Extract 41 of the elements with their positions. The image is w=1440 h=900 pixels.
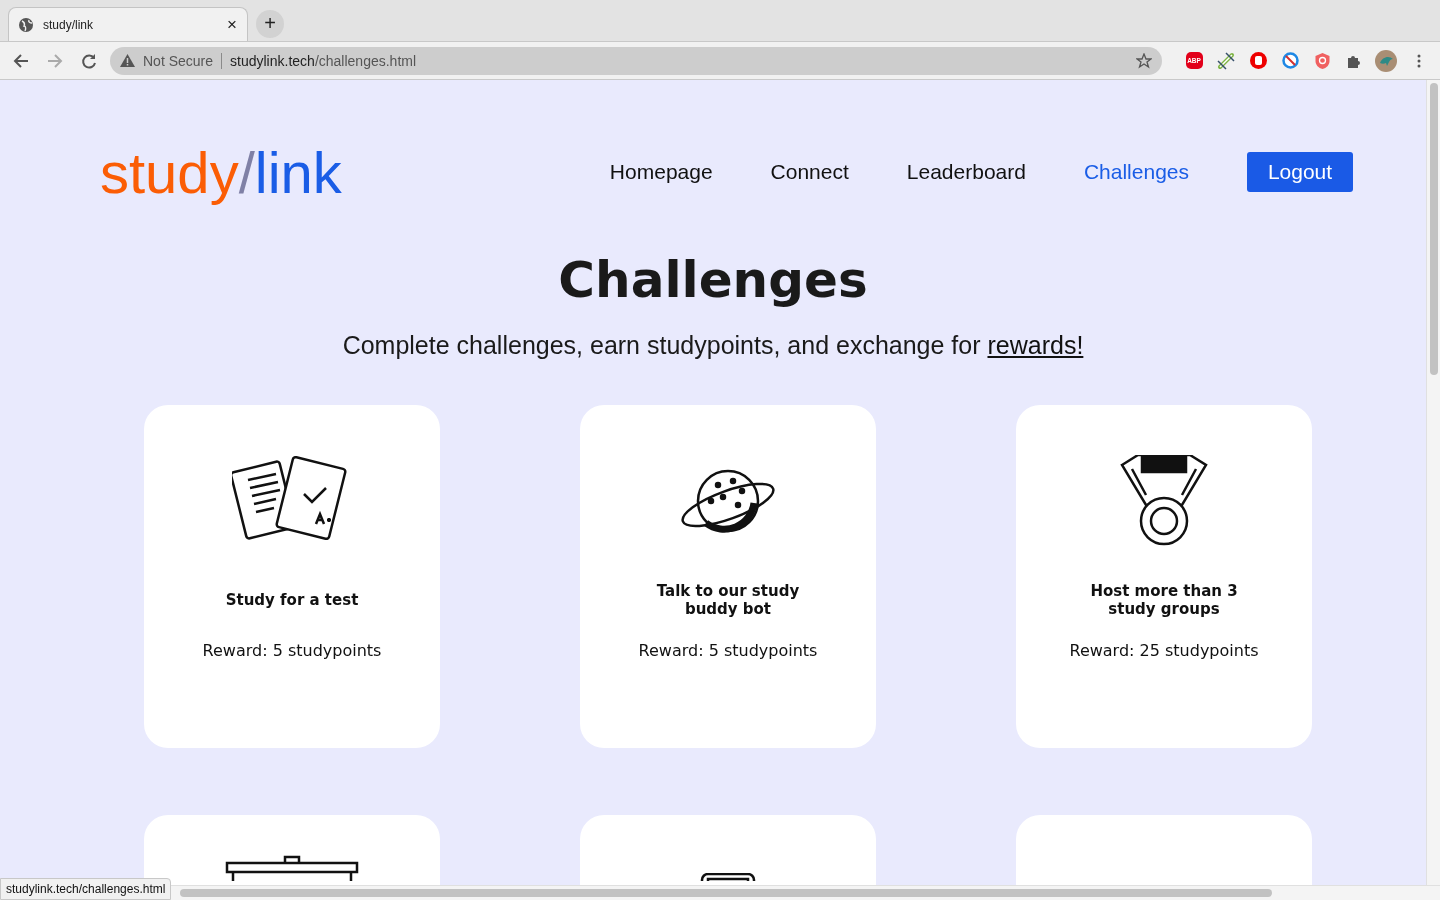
challenge-card[interactable]: Study for a test Reward: 5 studypoints [144, 405, 440, 748]
pot-icon [225, 855, 359, 881]
challenge-reward: Reward: 5 studypoints [638, 640, 818, 662]
challenge-title: Host more than 3 study groups [1089, 581, 1239, 620]
challenge-card[interactable]: Talk to our study buddy bot Reward: 5 studypoints [580, 405, 876, 748]
nav-link[interactable]: Homepage [609, 160, 713, 184]
page-title: Challenges [557, 250, 869, 310]
challenge-reward: Reward: 25 studypoints [1069, 640, 1259, 662]
challenge-title: Study for a test [225, 590, 359, 611]
block-icon[interactable] [1281, 52, 1299, 69]
nav-link[interactable]: Connect [770, 160, 849, 184]
avatar-icon[interactable] [1375, 49, 1397, 72]
status-tooltip: studylink.tech/challenges.html [0, 878, 172, 900]
star-icon[interactable] [1136, 52, 1152, 69]
forward-arrow-icon [46, 51, 64, 70]
tray-icon [698, 873, 758, 881]
globe-icon [19, 17, 33, 32]
back-arrow-icon [12, 51, 30, 70]
menu-icon [1417, 53, 1421, 68]
close-tab-button[interactable]: × [227, 14, 237, 35]
warning-icon [120, 54, 135, 67]
browser-tab[interactable]: study/link × [8, 7, 248, 41]
logout-button[interactable]: Logout [1247, 152, 1353, 192]
logo[interactable]: study/link [100, 138, 610, 206]
subtitle: Complete challenges, earn studypoints, and exchange for rewards! [341, 330, 1085, 361]
url-text: studylink.tech/challenges.html [230, 52, 418, 69]
paperclip-icon[interactable] [1217, 51, 1235, 70]
security-label: Not Secure [143, 52, 223, 69]
nav-link[interactable]: Challenges [1083, 160, 1189, 184]
nav-link[interactable]: Leaderboard [906, 160, 1026, 184]
challenge-card[interactable]: Host more than 3 study groups Reward: 25 studypoints [1016, 405, 1312, 748]
vertical-scrollbar[interactable] [1426, 80, 1440, 885]
medal-icon [1118, 455, 1210, 547]
challenge-title: Talk to our study buddy bot [655, 581, 801, 620]
challenge-reward: Reward: 5 studypoints [202, 640, 382, 662]
address-bar[interactable]: Not Secure studylink.tech/challenges.html [110, 46, 1162, 75]
hand-icon[interactable] [1249, 52, 1267, 69]
new-tab-button[interactable]: + [256, 9, 284, 38]
shield-icon[interactable] [1314, 52, 1330, 69]
tab-title: study/link [43, 17, 95, 32]
rewards-link[interactable]: rewards! [987, 331, 1084, 359]
